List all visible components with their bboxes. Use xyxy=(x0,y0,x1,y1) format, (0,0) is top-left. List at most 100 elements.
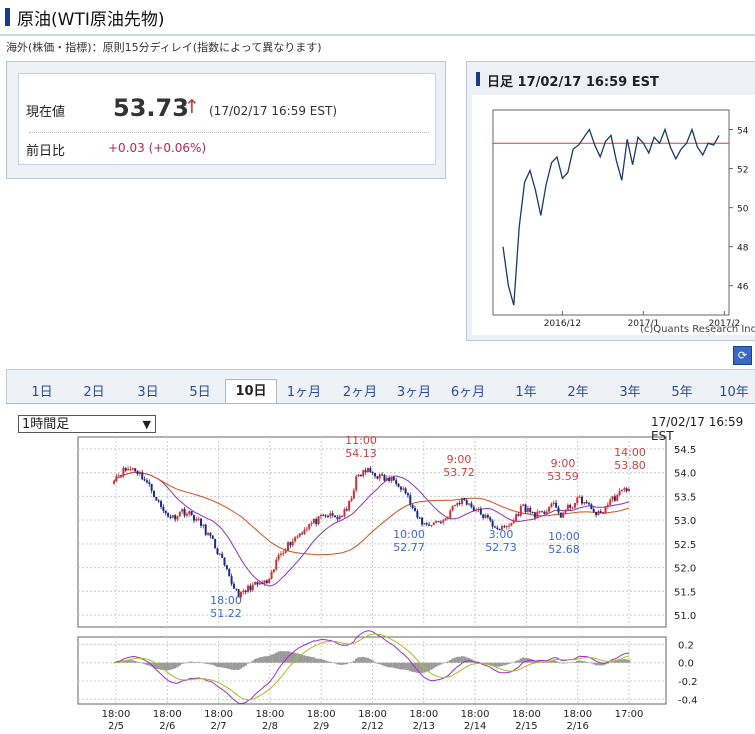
macd-hist-bar xyxy=(359,657,363,663)
candle-body xyxy=(310,522,313,524)
candle-body xyxy=(322,514,325,516)
candle-body xyxy=(489,517,492,521)
macd-hist-bar xyxy=(427,662,431,671)
candle-body xyxy=(334,515,337,518)
candle-body xyxy=(345,509,348,511)
macd-hist-bar xyxy=(326,661,330,663)
candle-body xyxy=(287,542,290,551)
tab-1[interactable]: 2日 xyxy=(69,381,119,405)
macd-hist-bar xyxy=(583,661,586,663)
interval-select[interactable]: 1時間足 ▼ xyxy=(18,415,156,433)
macd-hist-bar xyxy=(371,660,374,663)
macd-ytick-label: -0.4 xyxy=(678,695,698,706)
candle-body xyxy=(555,502,558,508)
annotation-price: 53.72 xyxy=(443,466,475,479)
macd-hist-bar xyxy=(390,662,393,668)
candle-body xyxy=(270,571,273,579)
candle-body xyxy=(127,469,130,471)
candle-body xyxy=(242,590,245,593)
candle-body xyxy=(456,503,459,506)
candle-body xyxy=(611,496,614,500)
macd-hist-bar xyxy=(402,662,405,670)
xtick-time: 18:00 xyxy=(102,709,131,720)
macd-hist-bar xyxy=(239,662,243,669)
refresh-icon[interactable]: ⟳ xyxy=(733,346,752,365)
delay-note: 海外(株価・指標)：原則15分ディレイ(指数によって異なります) xyxy=(6,41,322,54)
tab-0[interactable]: 1日 xyxy=(17,381,67,405)
candle-body xyxy=(620,489,623,491)
candle-body xyxy=(388,477,391,481)
daily-ytick-label: 46 xyxy=(737,283,749,293)
macd-hist-bar xyxy=(199,662,203,663)
candle-body xyxy=(202,524,205,526)
tab-5[interactable]: 1ヶ月 xyxy=(279,381,329,405)
macd-hist-bar xyxy=(164,662,167,671)
mini-title-marker xyxy=(476,72,480,86)
candle-body xyxy=(418,517,421,519)
candle-body xyxy=(371,472,374,474)
candle-body xyxy=(576,497,579,504)
tab-8[interactable]: 6ヶ月 xyxy=(443,381,493,405)
macd-hist-bar xyxy=(493,662,497,667)
macd-hist-bar xyxy=(338,662,341,665)
candle-body xyxy=(381,474,384,476)
tab-2[interactable]: 3日 xyxy=(123,381,173,405)
tab-10[interactable]: 2年 xyxy=(553,381,603,405)
candle-body xyxy=(308,523,311,529)
candle-body xyxy=(150,483,153,491)
candle-body xyxy=(599,511,602,513)
xtick-time: 17:00 xyxy=(615,709,644,720)
tab-4[interactable]: 10日 xyxy=(225,379,277,406)
macd-hist-bar xyxy=(362,656,365,663)
candle-body xyxy=(209,532,212,536)
candle-body xyxy=(385,477,388,481)
candle-body xyxy=(247,585,250,593)
candle-body xyxy=(230,576,233,584)
candle-body xyxy=(439,521,442,523)
candle-body xyxy=(609,499,612,505)
candle-body xyxy=(249,585,252,591)
macd-hist-bar xyxy=(514,660,518,663)
macd-hist-bar xyxy=(498,662,501,667)
candle-body xyxy=(376,476,379,479)
macd-ytick-label: 0.2 xyxy=(678,640,694,651)
macd-hist-bar xyxy=(442,662,445,664)
macd-hist-bar xyxy=(242,662,245,668)
tab-3[interactable]: 5日 xyxy=(175,381,225,405)
annotation-price: 54.13 xyxy=(345,447,377,460)
tab-11[interactable]: 3年 xyxy=(605,381,655,405)
candle-body xyxy=(552,502,555,504)
candle-body xyxy=(343,509,346,517)
macd-hist-bar xyxy=(373,662,377,663)
macd-hist-bar xyxy=(404,662,407,670)
candle-body xyxy=(169,516,172,518)
daily-ytick-label: 50 xyxy=(737,205,749,215)
candle-body xyxy=(216,548,219,554)
tab-7[interactable]: 3ヶ月 xyxy=(389,381,439,405)
candle-body xyxy=(592,509,595,512)
tab-6[interactable]: 2ヶ月 xyxy=(335,381,385,405)
candle-body xyxy=(143,479,146,481)
macd-hist-bar xyxy=(451,658,454,663)
macd-hist-bar xyxy=(406,662,410,671)
tab-13[interactable]: 10年 xyxy=(709,381,755,405)
macd-hist-bar xyxy=(366,657,370,663)
macd-hist-bar xyxy=(392,662,396,668)
macd-hist-bar xyxy=(465,657,468,663)
candle-body xyxy=(279,553,282,556)
macd-ytick-label: 0.0 xyxy=(678,659,694,670)
candle-body xyxy=(484,515,487,518)
macd-hist-bar xyxy=(329,661,332,663)
macd-hist-bar xyxy=(185,662,189,664)
macd-hist-bar xyxy=(213,662,217,666)
tab-12[interactable]: 5年 xyxy=(657,381,707,405)
candle-body xyxy=(221,553,224,558)
candle-body xyxy=(512,520,515,524)
price-ytick-label: 53.5 xyxy=(674,492,696,503)
candle-body xyxy=(533,512,536,518)
macd-hist-bar xyxy=(608,662,612,663)
tab-9[interactable]: 1年 xyxy=(501,381,551,405)
macd-hist-bar xyxy=(218,662,222,668)
macd-hist-bar xyxy=(133,660,137,663)
macd-hist-bar xyxy=(258,657,261,663)
